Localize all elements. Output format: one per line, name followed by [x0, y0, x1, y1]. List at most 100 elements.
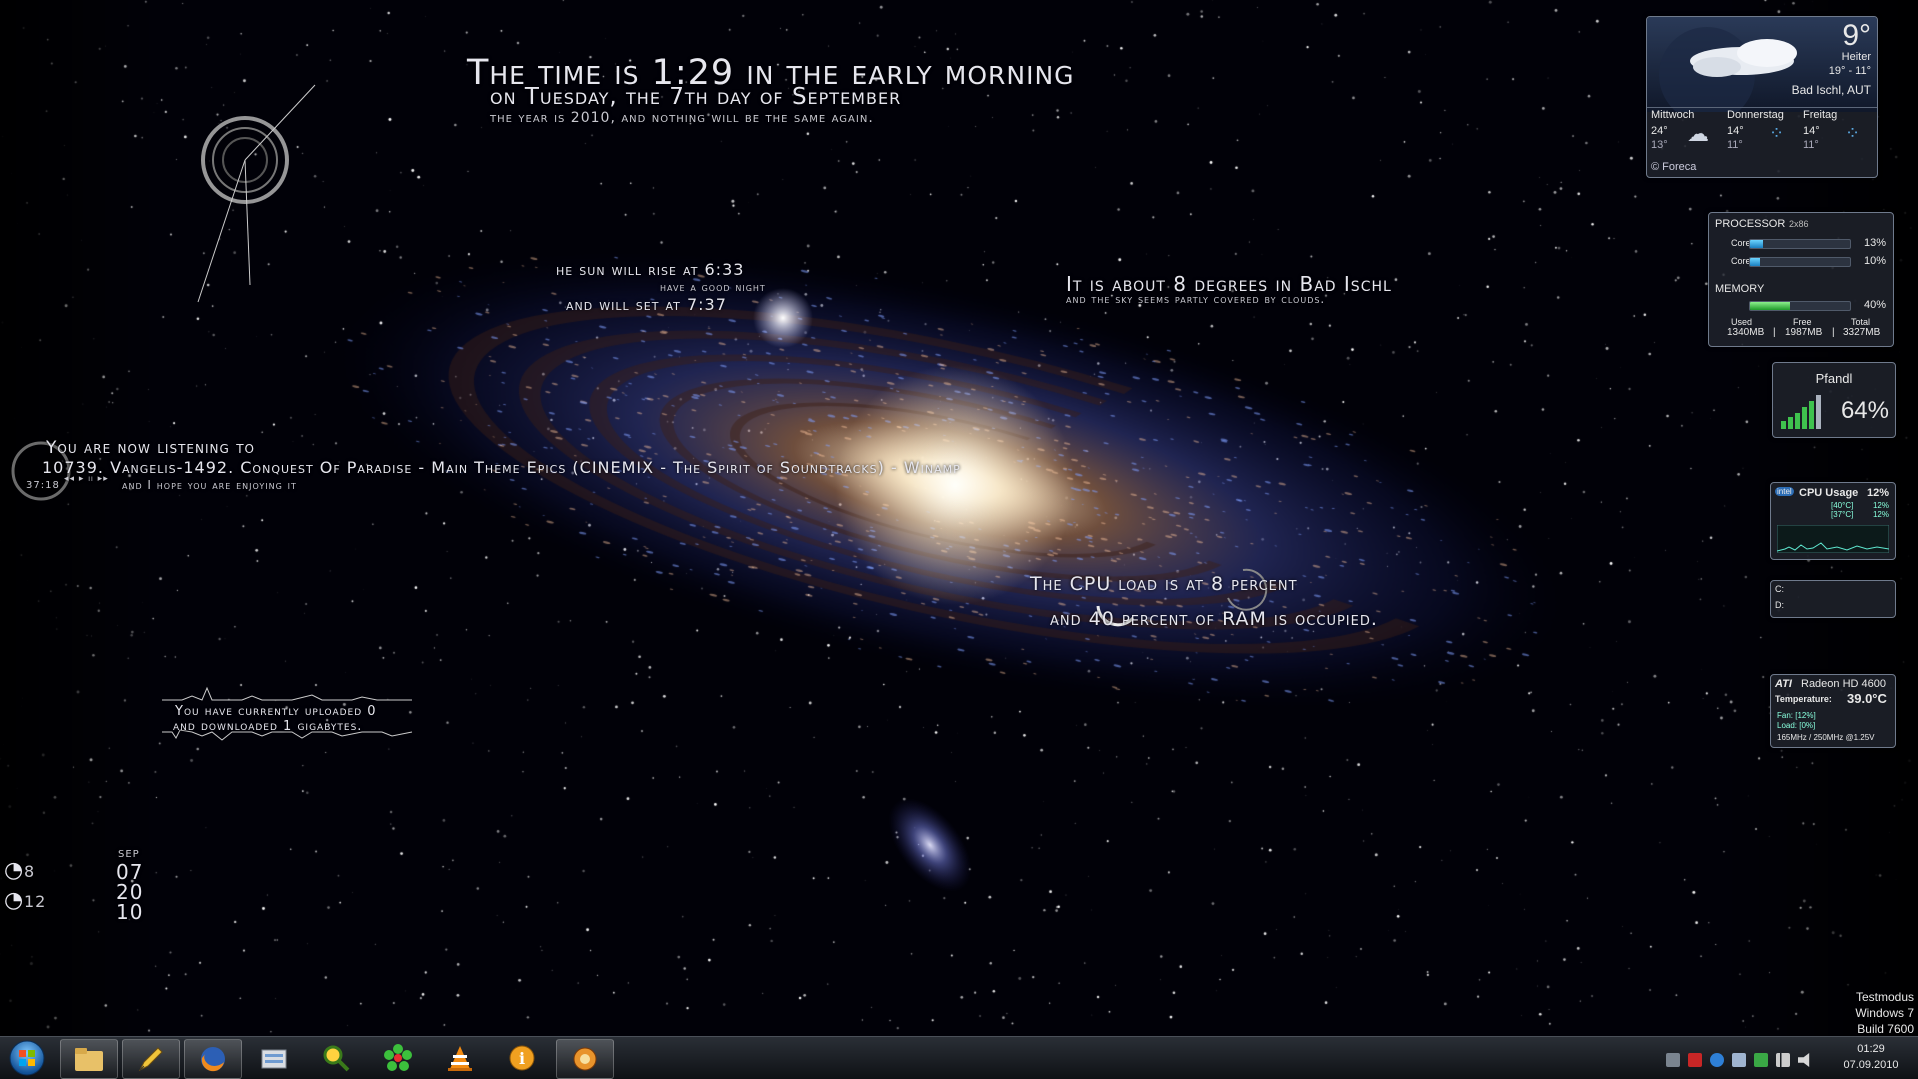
desktop[interactable]: The time is 1:29 in the early morning on…: [0, 0, 1918, 1036]
cpu-usage-gadget[interactable]: intel CPU Usage 12% [40°C] 12% [37°C] 12…: [1770, 482, 1896, 560]
watermark-testmode: Testmodus: [1855, 990, 1914, 1004]
vlc-cone-icon: [448, 1046, 472, 1071]
mem-separator: |: [1773, 327, 1776, 338]
ati-logo: ATI: [1775, 678, 1792, 690]
taskbar-icq-button[interactable]: [370, 1039, 426, 1077]
system-tray: [1660, 1037, 1820, 1079]
gpu-clocks: 165MHz / 250MHz @1.25V: [1777, 733, 1875, 742]
clock-line-year: the year is 2010, and nothing will be th…: [490, 110, 874, 126]
cpu-core2-pct: 12%: [1872, 510, 1889, 519]
document-tray-icon[interactable]: [1732, 1053, 1746, 1067]
watermark-build: Build 7600: [1857, 1022, 1914, 1036]
info-icon: i: [509, 1045, 535, 1071]
firefox-icon: [201, 1047, 225, 1072]
core1-bar: [1749, 239, 1851, 249]
drive-gadget[interactable]: C: D:: [1770, 580, 1896, 618]
system-monitor-gadget[interactable]: PROCESSOR 2x86 Core1 13% Core2 10% MEMOR…: [1708, 212, 1894, 347]
weather-gadget[interactable]: 9° Heiter 19° - 11° Bad Ischl, AUT Mittw…: [1646, 16, 1878, 178]
music-controls[interactable]: ◂◂ ▸ ıı ▸▸: [64, 474, 109, 484]
security-tray-icon[interactable]: [1688, 1053, 1702, 1067]
magnifier-icon: [323, 1045, 350, 1072]
gpu-fan: Fan: [12%]: [1777, 711, 1816, 720]
gpu-gadget[interactable]: ATI Radeon HD 4600 Temperature: 39.0°C F…: [1770, 674, 1896, 748]
signal-tray-icon[interactable]: [1776, 1053, 1790, 1067]
music-time: 37:18: [26, 480, 60, 491]
date-month: SEP: [118, 849, 140, 860]
watermark-os: Windows 7: [1855, 1006, 1914, 1020]
taskbar-explorer-button[interactable]: [60, 1039, 118, 1079]
network-upload-text: You have currently uploaded 0: [175, 704, 377, 719]
cpu2-ring-icon: ◔: [4, 888, 25, 913]
drive-d-label: D:: [1775, 600, 1784, 610]
volume-tray-icon[interactable]: [1798, 1053, 1810, 1067]
music-enjoy-text: and I hope you are enjoying it: [122, 478, 297, 492]
bluetooth-tray-icon[interactable]: [1710, 1053, 1724, 1067]
mem-used-label: Used: [1731, 317, 1753, 327]
core2-pct: 10%: [1864, 255, 1887, 267]
gpu-temp: 39.0°C: [1847, 691, 1887, 706]
gpu-model: Radeon HD 4600: [1801, 678, 1887, 690]
mem-total: 3327MB: [1843, 327, 1881, 338]
weather-range: 19° - 11°: [1828, 65, 1871, 77]
folder-icon: [75, 1048, 103, 1071]
cpu-usage-title: CPU Usage: [1799, 487, 1859, 499]
storm-cloud-icon: ☁: [1687, 121, 1709, 146]
gpu-load: Load: [0%]: [1777, 721, 1816, 730]
taskbar-firefox-button[interactable]: [184, 1039, 242, 1079]
sun-goodnight-text: have a good night: [660, 280, 766, 294]
memory-label: MEMORY: [1715, 283, 1765, 295]
ram-load-text: and 40 percent of RAM is occupied.: [1050, 608, 1378, 630]
start-button[interactable]: [0, 1039, 54, 1077]
weather-credit[interactable]: © Foreca: [1651, 161, 1696, 173]
sun-rise-text: he sun will rise at 6:33: [556, 260, 745, 279]
taskbar-info-button[interactable]: i: [494, 1039, 550, 1077]
cpu1-ring-icon: ◔: [4, 858, 25, 883]
taskbar-search-button[interactable]: [308, 1039, 364, 1077]
cpu-core1-pct: 12%: [1872, 501, 1889, 510]
icq-flower-icon: [384, 1044, 412, 1071]
intel-logo: intel: [1775, 487, 1794, 496]
memory-pct: 40%: [1864, 299, 1887, 311]
network-download-text: and downloaded 1 gigabytes.: [173, 719, 363, 734]
wifi-signal-pct: 64%: [1840, 397, 1889, 424]
taskbar-clock[interactable]: 01:29 07.09.2010: [1826, 1037, 1916, 1079]
core2-bar: [1749, 257, 1851, 267]
sun-set-text: and will set at 7:37: [566, 295, 727, 314]
cpu-core1-temp: [40°C]: [1831, 501, 1854, 510]
wifi-network-name: Pfandl: [1815, 371, 1853, 386]
date-year-2: 10: [116, 900, 144, 924]
pencil-icon: [138, 1047, 163, 1072]
gpu-temp-label: Temperature:: [1775, 694, 1832, 704]
mem-free: 1987MB: [1785, 327, 1823, 338]
weather-current-temp: 9°: [1842, 19, 1871, 52]
rain-icon: ⁘: [1769, 123, 1785, 143]
music-track-title[interactable]: 10739. Vangelis-1492. Conquest Of Paradi…: [42, 458, 961, 477]
music-now-listening: You are now listening to: [46, 438, 255, 458]
cpu-load-text: The CPU load is at 8 percent: [1030, 573, 1298, 595]
taskbar: i 01:29 07.09.2010: [0, 1036, 1918, 1079]
taskbar-files-button[interactable]: [246, 1039, 302, 1077]
mem-separator: |: [1832, 327, 1835, 338]
core1-pct: 13%: [1864, 237, 1887, 249]
network-tray-icon[interactable]: [1666, 1053, 1680, 1067]
svg-text:i: i: [519, 1049, 525, 1068]
wifi-gadget[interactable]: Pfandl 64%: [1772, 362, 1896, 438]
update-tray-icon[interactable]: [1754, 1053, 1768, 1067]
taskbar-notes-button[interactable]: [122, 1039, 180, 1079]
cpu2-meter-value: 12: [24, 892, 47, 911]
taskbar-tool-button[interactable]: [556, 1039, 614, 1079]
mem-free-label: Free: [1793, 317, 1812, 327]
file-cabinet-icon: [261, 1049, 287, 1069]
mem-used: 1340MB: [1727, 327, 1765, 338]
cpu-usage-pct: 12%: [1866, 487, 1889, 499]
weather-text-line2: and the sky seems partly covered by clou…: [1066, 292, 1326, 306]
memory-bar: [1749, 301, 1851, 311]
mem-total-label: Total: [1851, 317, 1871, 327]
cpu1-meter-value: 8: [24, 862, 36, 881]
windows-orb-icon: [9, 1040, 45, 1076]
taskbar-vlc-button[interactable]: [432, 1039, 488, 1077]
signal-bars-icon: [1781, 395, 1821, 429]
rain-icon: ⁘: [1845, 123, 1861, 143]
cpu-history-graph: [1777, 525, 1889, 553]
processor-type: 2x86: [1789, 219, 1809, 229]
